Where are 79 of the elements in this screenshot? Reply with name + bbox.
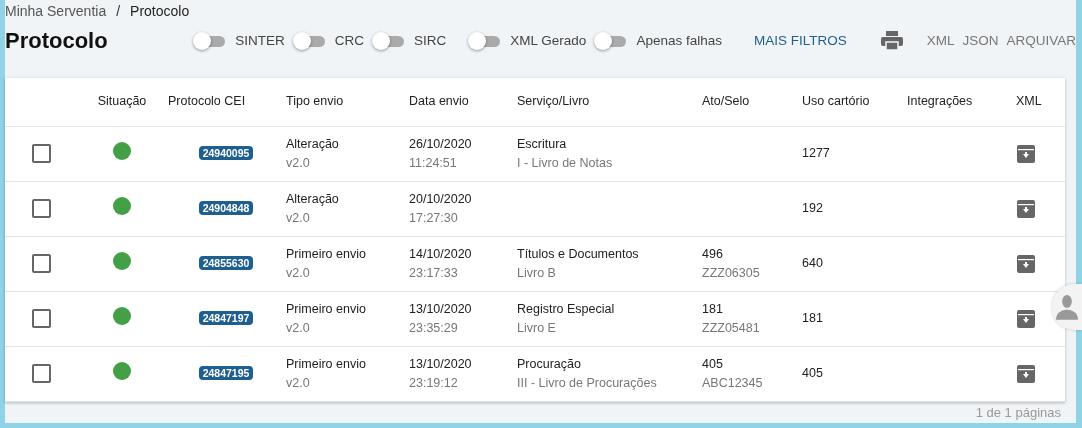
toggle-switch[interactable] [292, 32, 327, 50]
book-name: I - Livro de Notas [517, 154, 614, 172]
filter-label: CRC [334, 31, 365, 50]
send-date: 14/10/2020 [409, 245, 473, 263]
act-number: 181 [702, 300, 724, 318]
usage-value: 405 [802, 366, 823, 380]
row-checkbox[interactable] [31, 144, 51, 164]
column-header: Integrações [907, 94, 973, 109]
column-header: Protocolo CEI [168, 94, 246, 109]
protocol-badge: 24904848 [198, 201, 254, 215]
archive-download-icon[interactable] [1017, 309, 1035, 328]
column-header: Uso cartório [802, 94, 870, 109]
more-filters-button[interactable]: MAIS FILTROS [753, 30, 847, 52]
row-checkbox[interactable] [31, 254, 51, 274]
send-time: 11:24:51 [409, 154, 458, 172]
send-type: Primeiro envio [286, 355, 367, 373]
archive-download-icon[interactable] [1017, 364, 1035, 383]
usage-value: 640 [802, 256, 823, 270]
column-header: Serviço/Livro [517, 94, 590, 109]
pagination-text: 1 de 1 páginas [974, 404, 1061, 420]
filter-label: XML Gerado [510, 31, 587, 50]
column-header: Tipo envio [286, 94, 344, 109]
send-time: 17:27:30 [409, 209, 459, 227]
send-type: Primeiro envio [286, 245, 367, 263]
service-name: Registro Especial [517, 300, 616, 318]
filter-label: SINTER [235, 31, 285, 50]
version-text: v2.0 [286, 264, 311, 282]
row-checkbox[interactable] [31, 364, 51, 384]
send-type: Alteração [286, 135, 340, 153]
archive-download-icon[interactable] [1017, 199, 1035, 218]
version-text: v2.0 [286, 154, 311, 172]
version-text: v2.0 [286, 319, 311, 337]
filter-label: SIRC [414, 31, 447, 50]
send-type: Primeiro envio [286, 300, 367, 318]
print-icon[interactable] [880, 30, 903, 52]
row-checkbox[interactable] [31, 199, 51, 219]
send-date: 26/10/2020 [409, 135, 473, 153]
protocol-badge: 24847195 [198, 366, 254, 380]
send-time: 23:17:33 [409, 264, 459, 282]
send-date: 13/10/2020 [409, 300, 473, 318]
column-header: Data envio [409, 94, 469, 109]
column-header: Situação [97, 94, 147, 109]
version-text: v2.0 [286, 209, 311, 227]
version-text: v2.0 [286, 374, 311, 392]
column-header: Ato/Selo [702, 94, 750, 109]
usage-value: 1277 [802, 146, 830, 160]
protocol-badge: 24940095 [198, 146, 254, 160]
seal-code: ZZZ06305 [702, 264, 761, 282]
usage-value: 181 [802, 311, 823, 325]
send-date: 13/10/2020 [409, 355, 473, 373]
action-button[interactable]: JSON [962, 30, 999, 52]
row-checkbox[interactable] [31, 309, 51, 329]
book-name: III - Livro de Procurações [517, 374, 658, 392]
service-name: Procuração [517, 355, 582, 373]
send-time: 23:35:29 [409, 319, 459, 337]
usage-value: 192 [802, 201, 823, 215]
protocol-badge: 24855630 [198, 256, 254, 270]
protocol-badge: 24847197 [198, 311, 254, 325]
action-button[interactable]: XML [926, 30, 955, 52]
page-title: Protocolo [5, 27, 109, 55]
send-date: 20/10/2020 [409, 190, 473, 208]
act-number: 405 [702, 355, 724, 373]
column-header: XML [1016, 94, 1042, 109]
send-type: Alteração [286, 190, 340, 208]
breadcrumb-link[interactable]: Minha Serventia [5, 3, 107, 19]
seal-code: ZZZ05481 [702, 319, 761, 337]
filter-label: Apenas falhas [636, 31, 722, 50]
service-name: Escritura [517, 135, 568, 153]
archive-download-icon[interactable] [1017, 144, 1035, 163]
breadcrumb-separator: / [116, 3, 121, 19]
seal-code: ABC12345 [702, 374, 764, 392]
book-name: Livro B [517, 264, 557, 282]
act-number: 496 [702, 245, 724, 263]
book-name: Livro E [517, 319, 557, 337]
archive-download-icon[interactable] [1017, 254, 1035, 273]
send-time: 23:19:12 [409, 374, 459, 392]
service-name: Títulos e Documentos [517, 245, 640, 263]
action-button[interactable]: ARQUIVAR [1006, 30, 1076, 52]
breadcrumb-current: Protocolo [130, 3, 190, 19]
